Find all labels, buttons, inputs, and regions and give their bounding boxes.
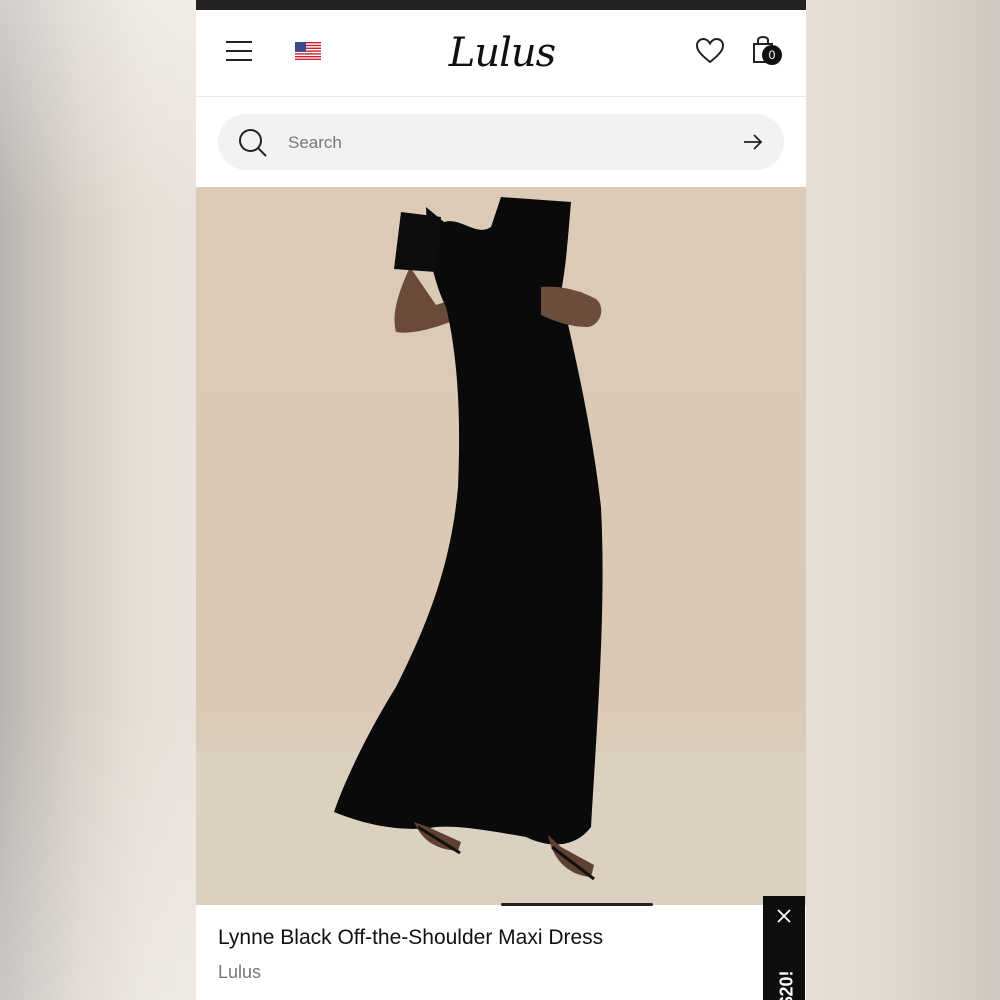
search-icon[interactable] [238,128,268,158]
cart-count-badge: 0 [762,45,782,65]
close-icon[interactable] [776,908,792,924]
promo-tab[interactable]: Get $20! [763,896,805,1000]
search-area [196,97,806,187]
background-right [805,0,1000,1000]
hamburger-icon[interactable] [226,41,252,61]
mobile-page: Lulus 0 Search Lynne Black Off-the-Shoul… [196,0,806,1000]
product-title[interactable]: Lynne Black Off-the-Shoulder Maxi Dress [218,926,738,950]
search-input[interactable] [286,126,720,160]
promo-label[interactable]: Get $20! [766,938,802,1000]
product-brand[interactable]: Lulus [218,962,261,983]
product-info: Lynne Black Off-the-Shoulder Maxi Dress … [196,906,806,1000]
product-image[interactable] [196,187,806,905]
arrow-right-icon[interactable] [742,132,764,152]
us-flag-icon[interactable] [295,42,321,60]
site-header: Lulus 0 [196,10,806,97]
heart-icon[interactable] [696,38,724,64]
promo-text: Get $20! [777,938,798,1000]
dress-illustration [196,197,806,905]
status-strip [196,0,806,10]
search-bar[interactable] [218,114,784,170]
lulus-logo[interactable]: Lulus [444,28,560,78]
background-left [0,0,196,1000]
